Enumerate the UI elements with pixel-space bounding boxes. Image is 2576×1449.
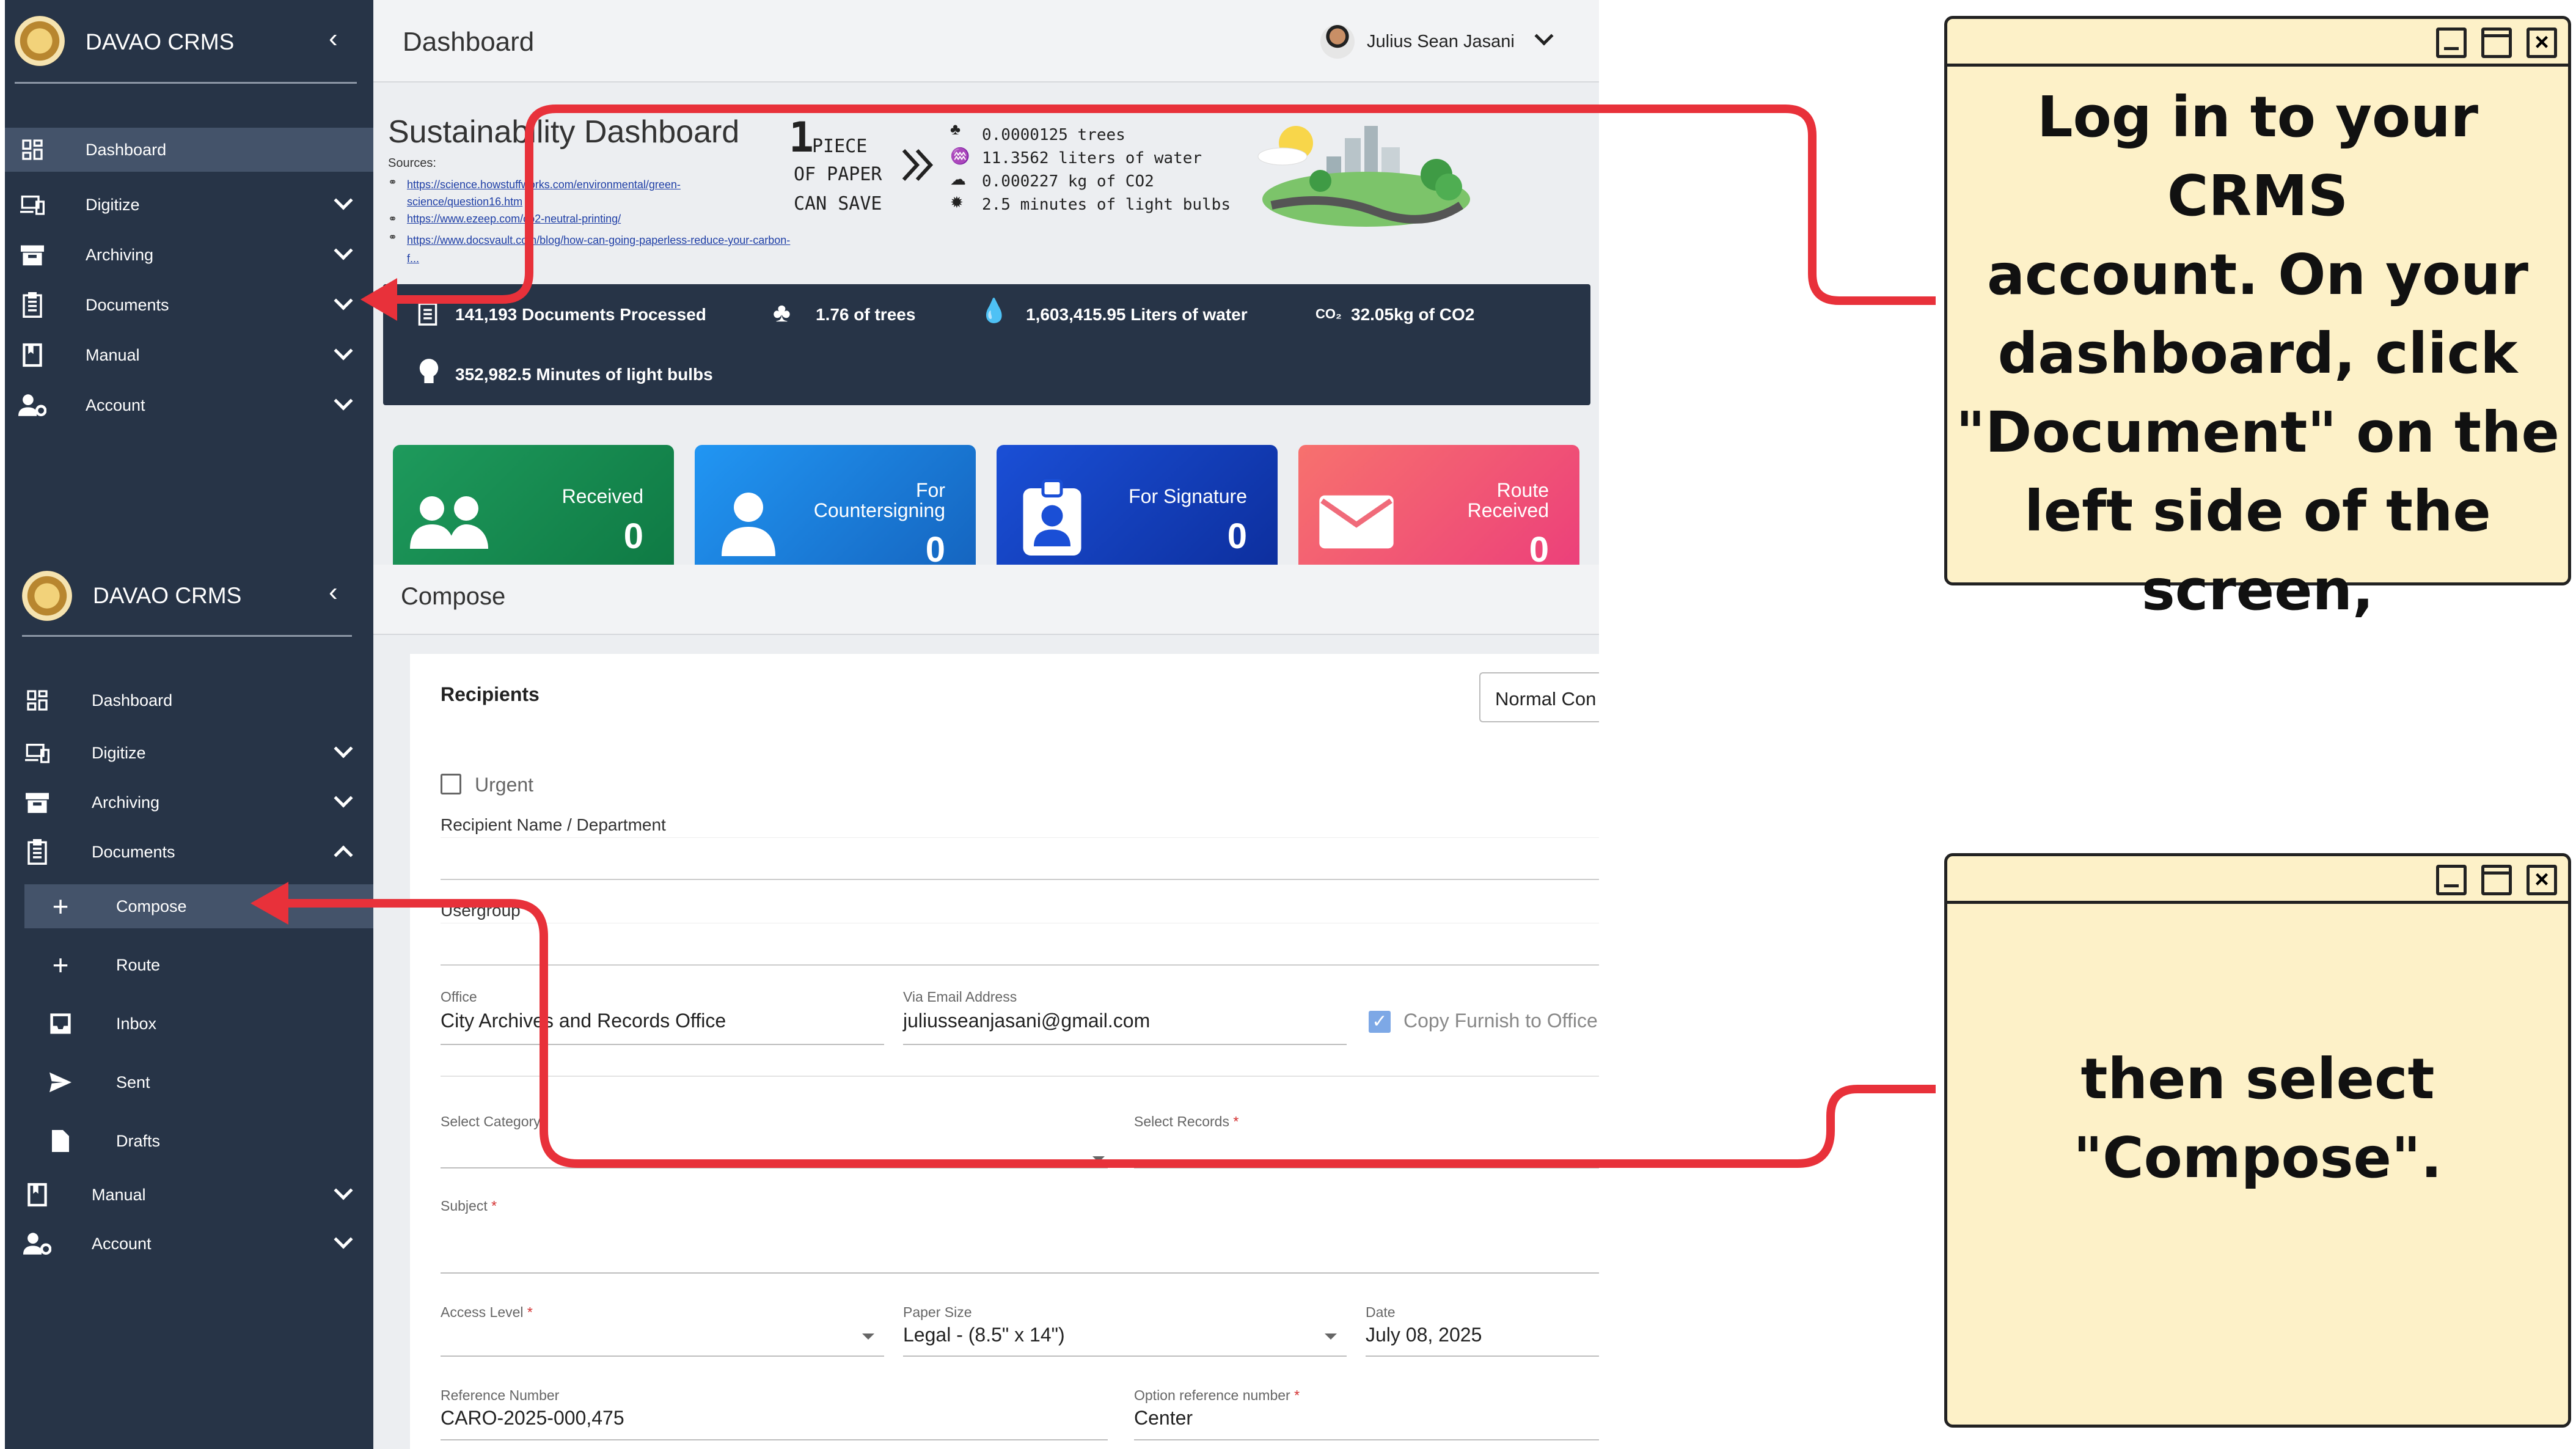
arrow-head-compose <box>251 882 288 925</box>
arrow-to-documents <box>371 105 1936 305</box>
arrow-to-compose <box>269 899 1936 1168</box>
red-arrows-overlay <box>251 105 1936 1168</box>
arrow-head-documents <box>360 278 397 321</box>
